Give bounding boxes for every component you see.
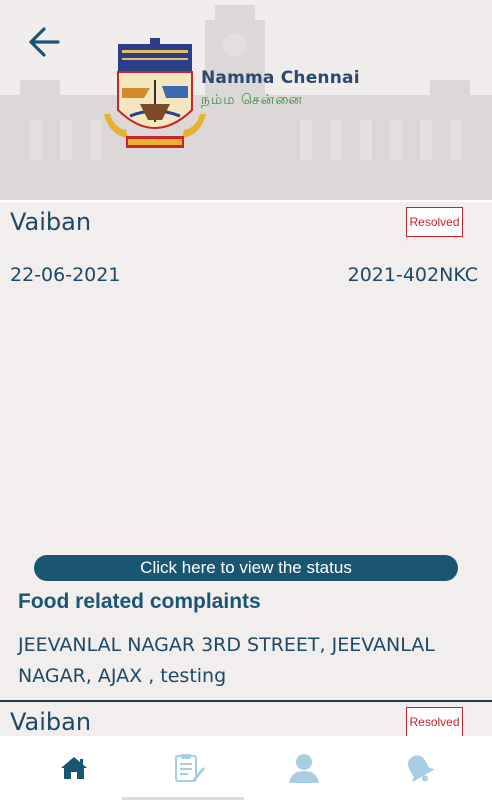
profile-icon xyxy=(288,754,319,783)
complaint-card[interactable]: Vaiban Resolved xyxy=(0,702,492,736)
complaint-form-icon xyxy=(174,754,205,782)
chennai-corporation-emblem xyxy=(104,38,206,148)
complaint-card[interactable]: Vaiban Resolved 22-06-2021 2021-402NKC C… xyxy=(0,202,492,700)
back-button[interactable] xyxy=(24,22,64,62)
complainant-name: Vaiban xyxy=(10,208,92,236)
view-status-button[interactable]: Click here to view the status xyxy=(34,555,458,581)
brand-name-tamil: நம்ம சென்னை xyxy=(201,92,304,108)
app-header: Namma Chennai நம்ம சென்னை xyxy=(0,0,492,200)
nav-home[interactable] xyxy=(44,746,104,790)
status-badge: Resolved xyxy=(406,207,463,237)
complainant-name: Vaiban xyxy=(10,708,92,736)
complaint-id: 2021-402NKC xyxy=(347,264,478,286)
status-badge: Resolved xyxy=(406,707,463,736)
home-icon xyxy=(60,757,87,779)
complaint-date: 22-06-2021 xyxy=(10,264,121,286)
notification-bell-icon xyxy=(407,755,435,783)
brand-name-english: Namma Chennai xyxy=(201,68,360,88)
complaint-address: JEEVANLAL NAGAR 3RD STREET, JEEVANLAL NA… xyxy=(18,634,435,687)
arrow-left-icon xyxy=(29,27,60,57)
nav-profile[interactable] xyxy=(274,746,334,790)
bottom-navigation xyxy=(0,736,492,800)
nav-notifications[interactable] xyxy=(389,746,449,790)
nav-complaint-form[interactable] xyxy=(159,746,219,790)
complaint-category: Food related complaints xyxy=(18,590,261,613)
